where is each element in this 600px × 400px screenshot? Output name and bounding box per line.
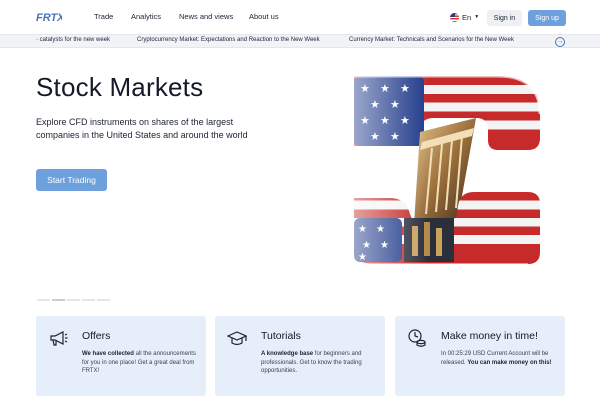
carousel-indicators — [37, 299, 110, 301]
page-title: Stock Markets — [36, 72, 204, 102]
sign-in-button[interactable]: Sign in — [487, 10, 522, 26]
clock-coins-icon — [408, 329, 426, 347]
card-text: In 00:25:29 USD Current Account will be … — [441, 350, 557, 367]
sign-up-button[interactable]: Sign up — [528, 10, 566, 26]
ticker-item-label: catalysts for the new week — [39, 37, 111, 43]
carousel-dot[interactable] — [67, 299, 80, 301]
ticker-item[interactable]: Currency Market: Technicals and Scenario… — [349, 37, 514, 43]
us-flag-icon — [450, 12, 459, 22]
make-money-card[interactable]: Make money in time! In 00:25:29 USD Curr… — [395, 316, 565, 396]
ticker-item[interactable]: Cryptocurrency Market: Expectations and … — [137, 37, 320, 43]
card-text-strong: We have collected — [82, 351, 134, 357]
hero-subtitle: Explore CFD instruments on shares of the… — [36, 117, 248, 140]
nav-trade[interactable]: Trade — [94, 12, 113, 21]
language-label: En — [462, 12, 472, 22]
card-title: Tutorials — [261, 330, 301, 342]
language-selector[interactable]: En ▼ — [450, 11, 479, 23]
card-text: We have collected all the announcements … — [82, 350, 198, 376]
chevron-down-icon: ▼ — [474, 14, 480, 20]
card-text-strong: You can make money on this! — [467, 359, 552, 366]
nav-about-us[interactable]: About us — [249, 12, 279, 21]
frtx-logo[interactable]: FRTX — [36, 10, 62, 24]
start-trading-button[interactable]: Start Trading — [36, 169, 107, 191]
carousel-dot[interactable] — [82, 299, 95, 301]
svg-text:FRTX: FRTX — [36, 12, 62, 24]
stock-market-hero-illustration: ★★★ ★★ ★★★ ★★ ★★★★★ — [354, 74, 542, 265]
carousel-dot-active[interactable] — [52, 299, 65, 301]
news-ticker: · catalysts for the new week Cryptocurre… — [0, 34, 600, 48]
carousel-dot[interactable] — [37, 299, 50, 301]
card-title: Offers — [82, 330, 111, 342]
nav-analytics[interactable]: Analytics — [131, 12, 161, 21]
card-title: Make money in time! — [441, 330, 538, 342]
carousel-dot[interactable] — [97, 299, 110, 301]
ticker-item[interactable]: · catalysts for the new week — [36, 37, 110, 43]
arrow-right-circle-icon[interactable]: → — [555, 36, 565, 47]
card-text-strong: A knowledge base — [261, 351, 314, 357]
megaphone-icon — [50, 331, 68, 346]
card-text: A knowledge base for beginners and profe… — [261, 350, 377, 376]
site-header: FRTX Trade Analytics News and views Abou… — [0, 0, 600, 34]
graduation-cap-icon — [227, 331, 247, 346]
tutorials-card[interactable]: Tutorials A knowledge base for beginners… — [215, 316, 385, 396]
nav-news-and-views[interactable]: News and views — [179, 12, 233, 21]
offers-card[interactable]: Offers We have collected all the announc… — [36, 316, 206, 396]
